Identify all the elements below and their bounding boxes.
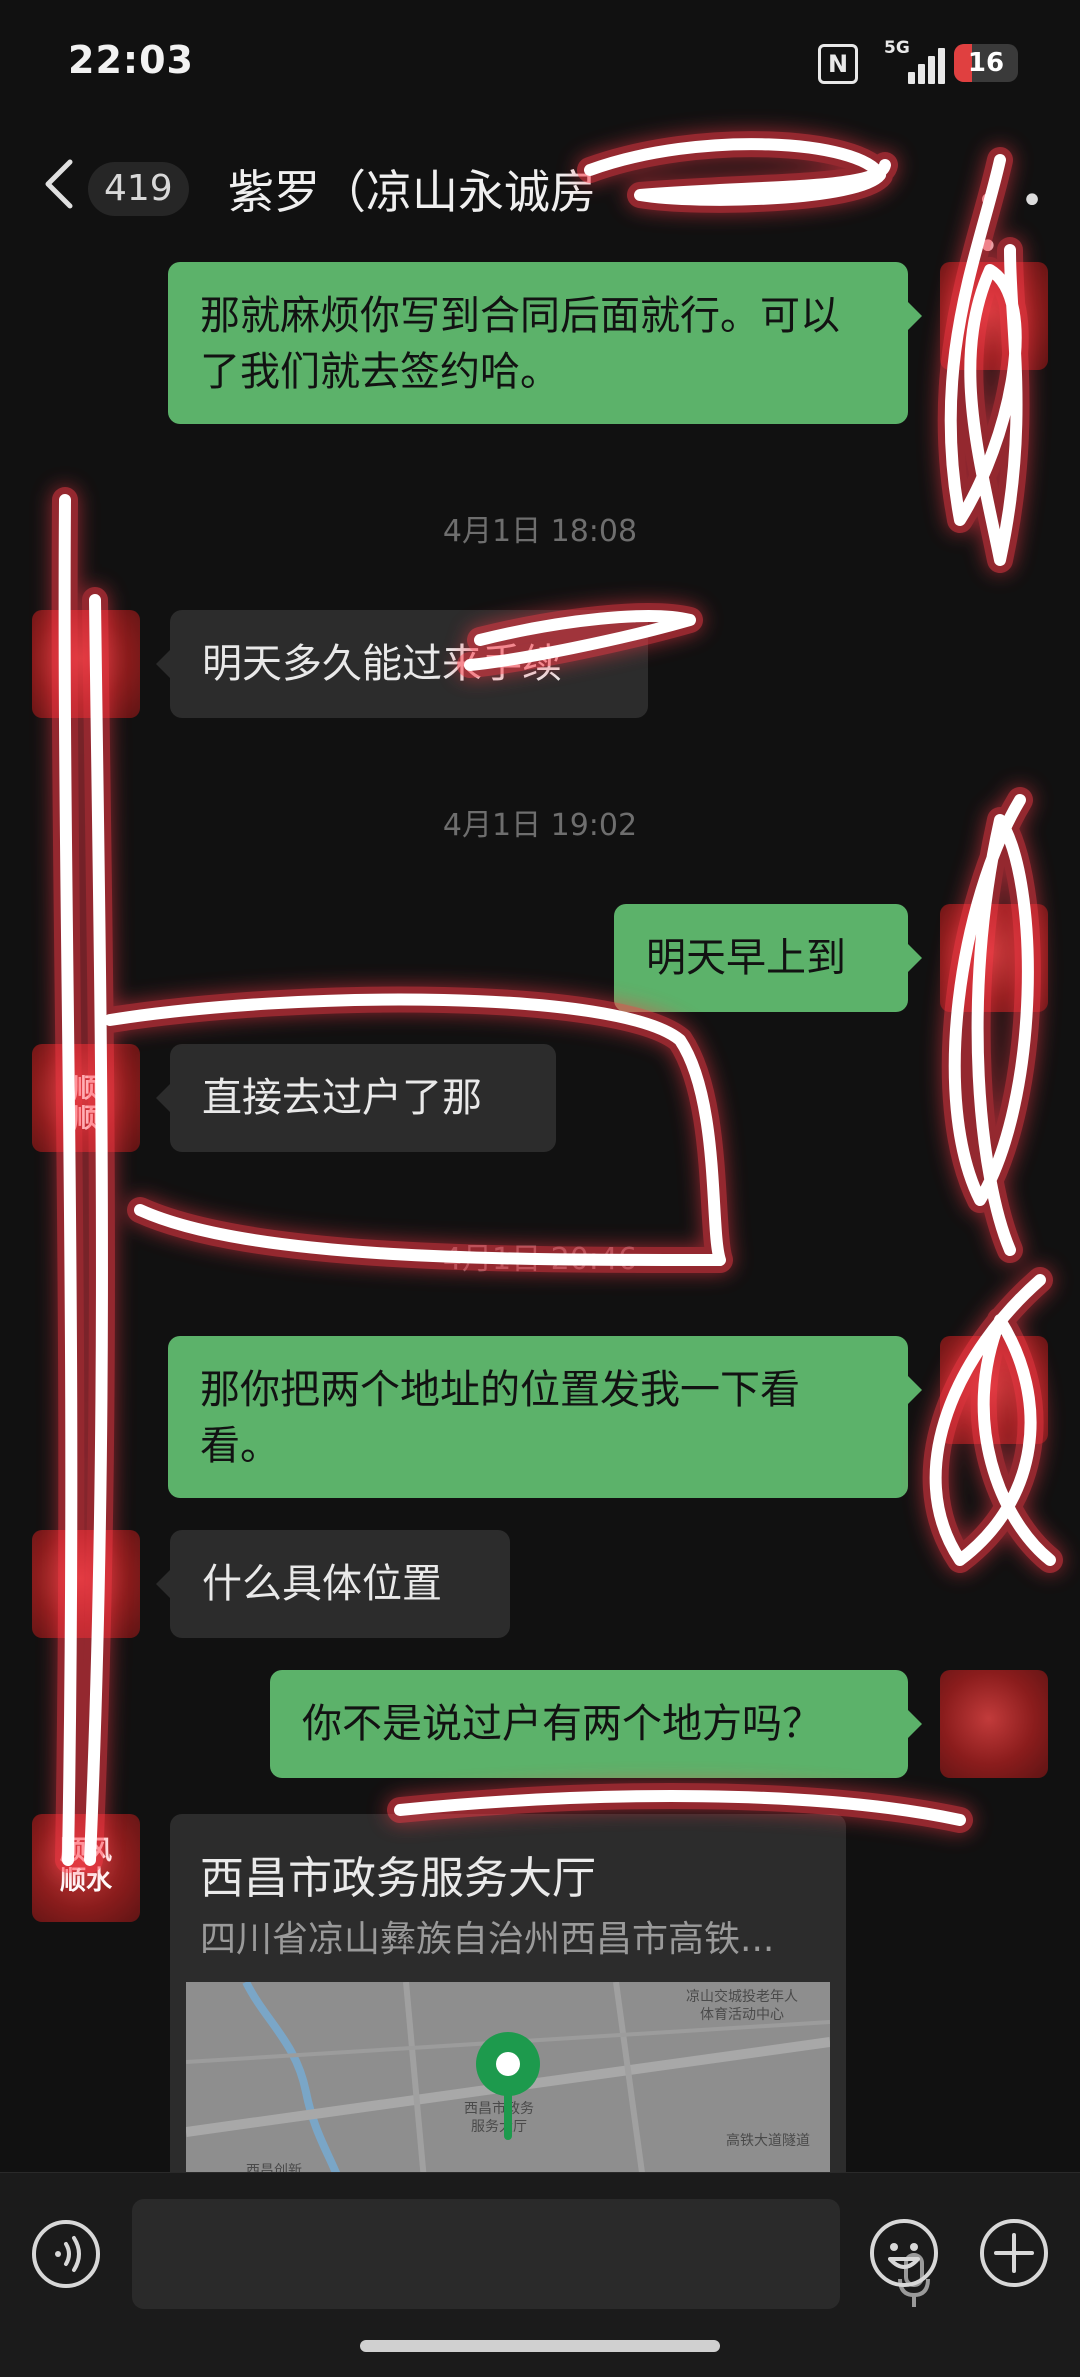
timestamp: 4月1日 18:08 xyxy=(442,514,638,549)
message-bubble-incoming[interactable]: 什么具体位置 xyxy=(156,1530,510,1638)
battery-level: 16 xyxy=(967,48,1005,78)
avatar-contact[interactable] xyxy=(32,610,140,718)
plus-icon[interactable] xyxy=(978,2217,1050,2289)
emoji-icon[interactable] xyxy=(868,2217,940,2289)
location-name: 西昌市政务服务大厅 xyxy=(200,1853,596,1904)
avatar-self[interactable] xyxy=(940,1336,1048,1444)
avatar-contact[interactable]: 顺风 顺水 xyxy=(32,1814,140,1922)
message-input[interactable] xyxy=(132,2199,930,2309)
signal-icon: 5G xyxy=(884,38,945,84)
chat-header: 419 紫罗（凉山永诚房 • • • xyxy=(0,130,1080,270)
avatar-self[interactable] xyxy=(940,904,1048,1012)
location-address: 四川省凉山彝族自治州西昌市高铁... xyxy=(200,1919,775,1960)
back-chevron-icon[interactable] xyxy=(36,154,86,214)
status-bar: 22:03 N 5G 16 xyxy=(0,0,1080,130)
map-label: 西昌创新 创业中心 xyxy=(246,2163,302,2172)
avatar-contact[interactable]: 顺 顺 xyxy=(32,1044,140,1152)
map-label: 凉山交城投老年人 体育活动中心 xyxy=(686,1989,798,2023)
clock: 22:03 xyxy=(68,38,194,82)
message-bubble-outgoing[interactable]: 那就麻烦你写到合同后面就行。可以了我们就去签约哈。 xyxy=(168,262,922,424)
location-map[interactable]: 凉山交城投老年人 体育活动中心 西昌市政务 服务大厅 西昌创新 创业中心 高铁大… xyxy=(186,1982,830,2172)
network-type: 5G xyxy=(884,38,910,58)
battery-icon: 16 xyxy=(954,44,1018,82)
message-bubble-incoming[interactable]: 明天多久能过来手续 xyxy=(156,610,648,718)
unread-count-badge[interactable]: 419 xyxy=(88,162,189,216)
location-pin-icon xyxy=(476,2032,540,2096)
message-bubble-outgoing[interactable]: 你不是说过户有两个地方吗？ xyxy=(270,1670,922,1778)
message-bubble-outgoing[interactable]: 明天早上到 xyxy=(614,904,922,1012)
nfc-icon: N xyxy=(818,44,858,84)
message-bubble-incoming[interactable]: 直接去过户了那 xyxy=(156,1044,556,1152)
chat-title: 紫罗（凉山永诚房 xyxy=(228,165,596,219)
map-label: 西昌市政务 服务大厅 xyxy=(464,2101,534,2135)
location-card[interactable]: 西昌市政务服务大厅 四川省凉山彝族自治州西昌市高铁... 凉山交城投老年人 体育… xyxy=(170,1814,846,2172)
voice-icon[interactable] xyxy=(30,2218,102,2290)
avatar-contact[interactable] xyxy=(32,1530,140,1638)
message-list[interactable]: 那就麻烦你写到合同后面就行。可以了我们就去签约哈。 4月1日 18:08 明天多… xyxy=(0,240,1080,2172)
avatar-self[interactable] xyxy=(940,262,1048,370)
message-bubble-outgoing[interactable]: 那你把两个地址的位置发我一下看看。 xyxy=(168,1336,922,1498)
avatar-self[interactable] xyxy=(940,1670,1048,1778)
home-indicator[interactable] xyxy=(360,2340,720,2352)
timestamp: 4月1日 19:02 xyxy=(442,808,638,843)
timestamp: 4月1日 20:46 xyxy=(442,1242,638,1277)
map-label: 高铁大道隧道 xyxy=(726,2133,810,2149)
